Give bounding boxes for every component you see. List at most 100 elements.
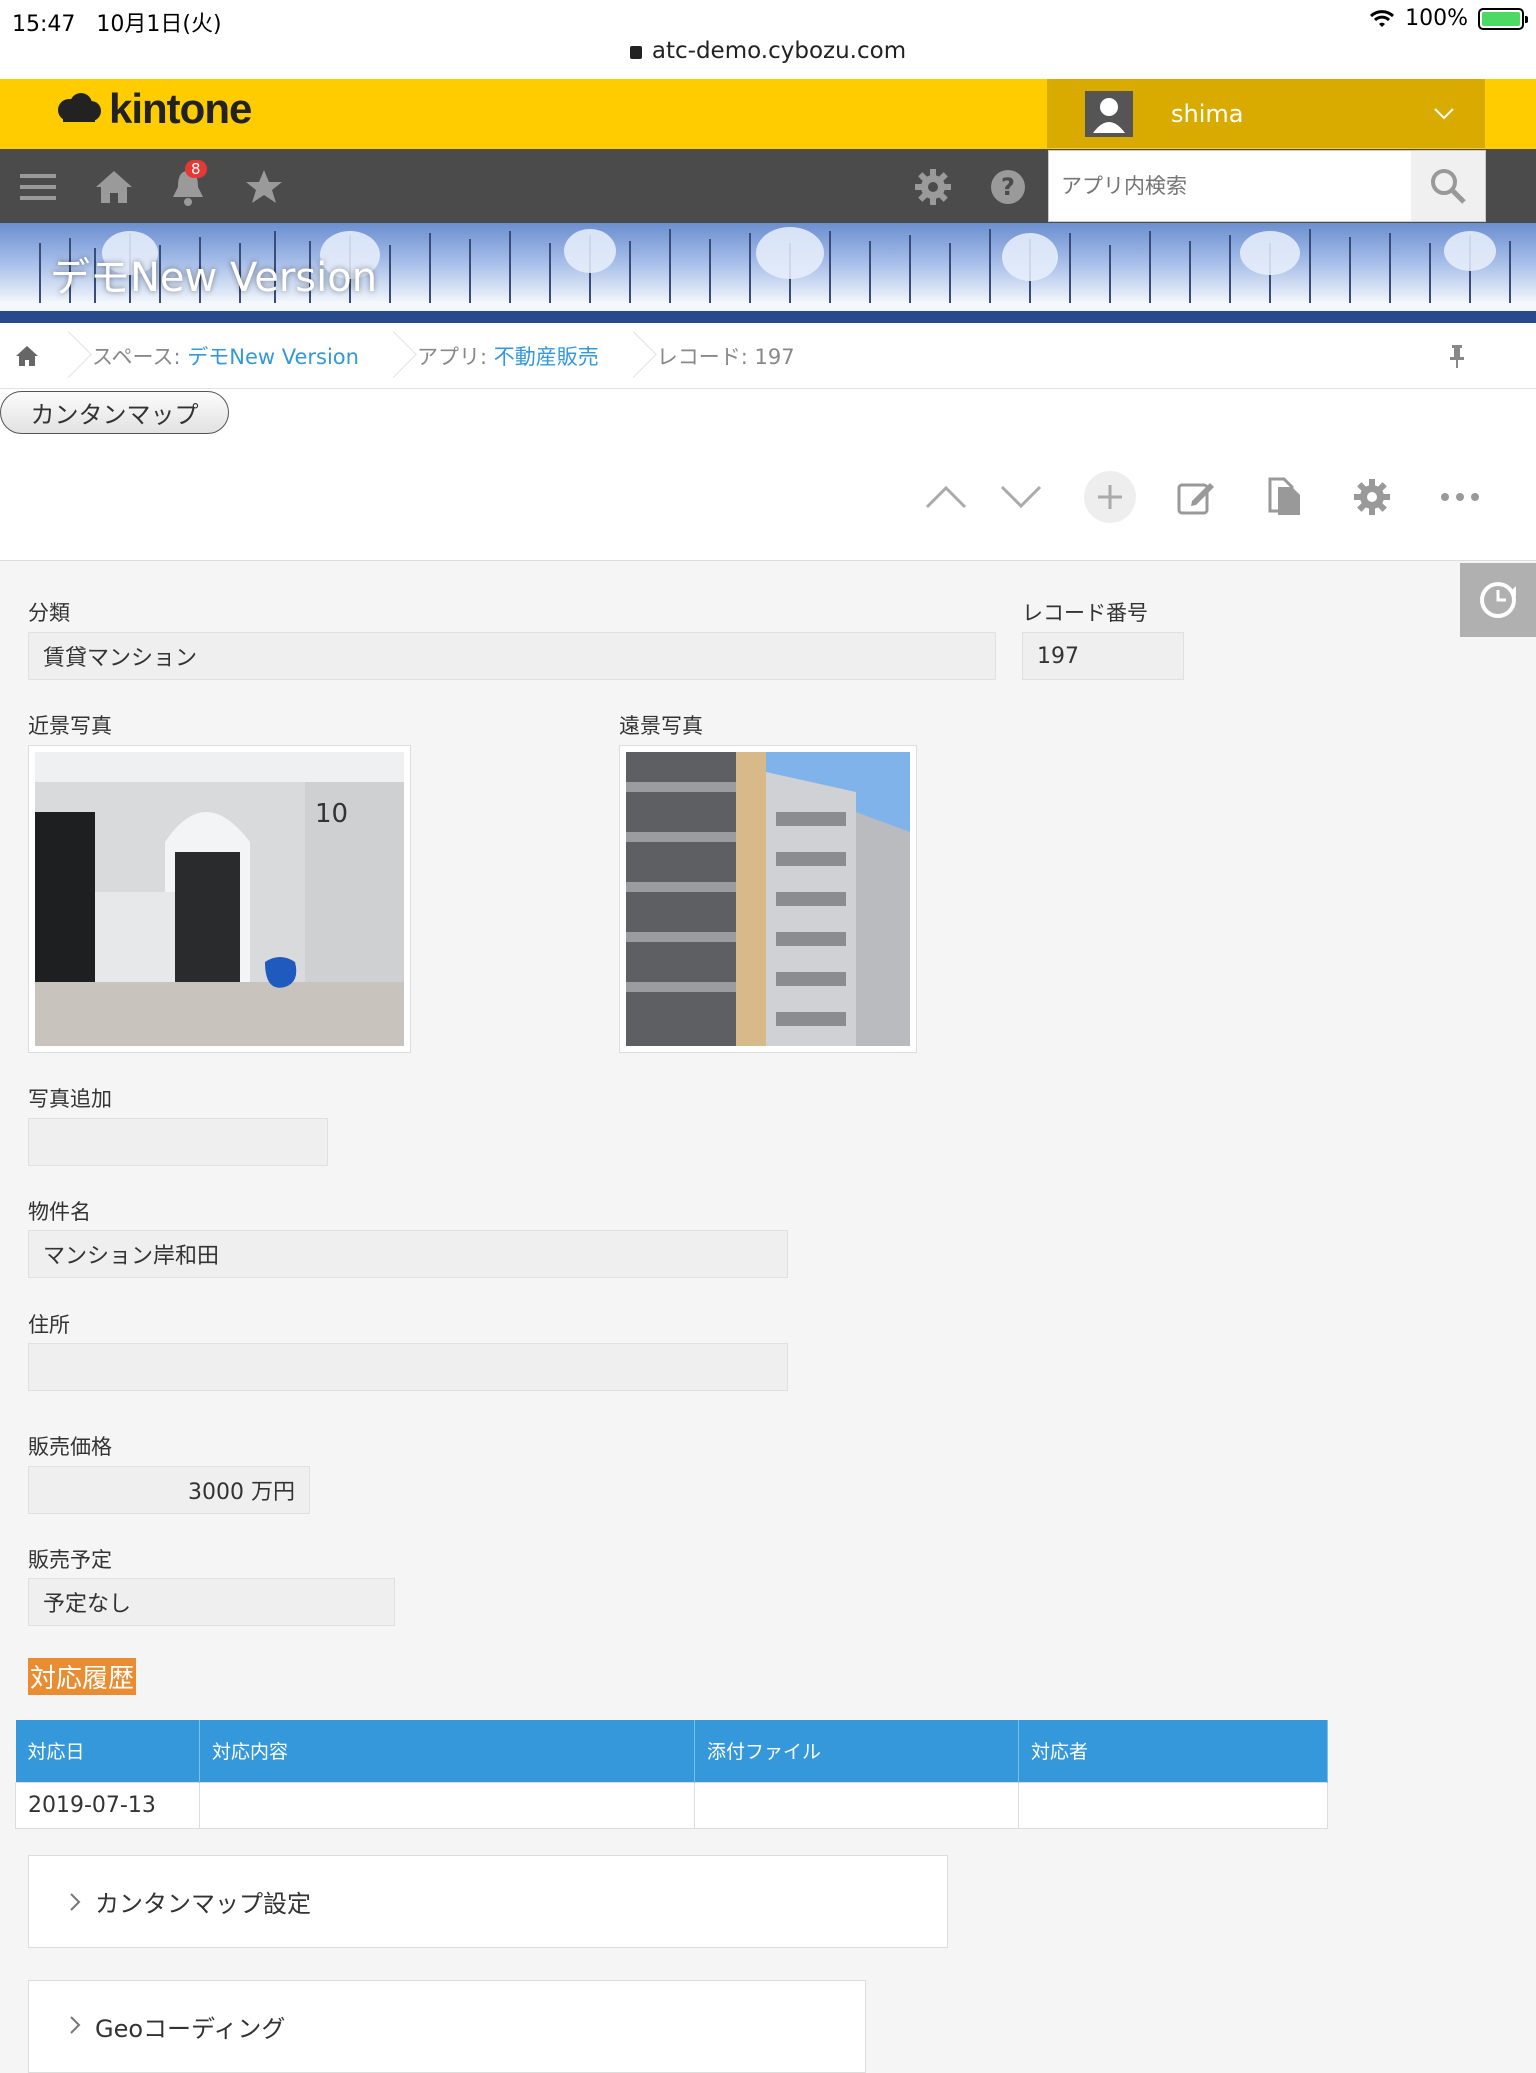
more-options-button[interactable]	[1434, 471, 1486, 523]
history-table: 対応日 対応内容 添付ファイル 対応者 2019-07-13	[15, 1720, 1328, 1829]
edit-icon	[1177, 483, 1214, 515]
duplicate-record-button[interactable]	[1258, 471, 1310, 523]
next-record-button[interactable]	[995, 471, 1047, 523]
battery-icon	[1478, 7, 1528, 30]
record-action-bar: カンタンマップ	[0, 389, 1536, 561]
sales-schedule-label: 販売予定	[28, 1548, 112, 1572]
notification-badge: 8	[185, 160, 207, 178]
chevron-right-icon	[70, 2016, 81, 2034]
gear-icon	[1354, 479, 1390, 515]
clock: 15:47	[12, 12, 76, 37]
menu-icon[interactable]	[18, 167, 58, 207]
chevron-up-icon	[925, 485, 967, 509]
battery-percent: 100%	[1405, 6, 1468, 31]
breadcrumb-separator	[379, 323, 401, 389]
record-number-label: レコード番号	[1022, 601, 1148, 625]
chevron-down-icon	[1000, 485, 1042, 509]
svg-text:?: ?	[1001, 173, 1015, 201]
kantan-map-button[interactable]: カンタンマップ	[0, 391, 229, 434]
status-time: 15:47 10月1日(火)	[12, 6, 222, 38]
sidebar-toggle-button[interactable]	[1460, 563, 1536, 637]
group-kantan-map-settings[interactable]: カンタンマップ設定	[28, 1855, 948, 1948]
space-title: デモNew Version	[50, 255, 378, 301]
global-toolbar: 8 ?	[0, 149, 1536, 223]
home-icon	[16, 345, 38, 366]
svg-text:10: 10	[315, 799, 348, 829]
address-label: 住所	[28, 1313, 70, 1337]
app-link[interactable]: 不動産販売	[494, 345, 599, 369]
user-menu[interactable]: shima	[1047, 79, 1485, 148]
address-field	[28, 1343, 788, 1391]
column-header-attachment: 添付ファイル	[694, 1720, 1019, 1782]
space-link[interactable]: デモNew Version	[187, 345, 359, 369]
status-right: 100%	[1369, 6, 1528, 31]
space-banner: デモNew Version	[0, 223, 1536, 323]
record-settings-button[interactable]	[1346, 471, 1398, 523]
app-label: アプリ:	[416, 344, 488, 369]
status-bar: 15:47 10月1日(火) 100% atc-demo.cybozu.com	[0, 0, 1536, 80]
help-icon[interactable]: ?	[988, 167, 1028, 207]
group-label: Geoコーディング	[95, 2015, 286, 2043]
column-header-handler: 対応者	[1018, 1720, 1328, 1782]
far-photo-label: 遠景写真	[619, 714, 703, 738]
cloud-logo-icon	[58, 93, 101, 122]
wifi-icon	[1370, 9, 1395, 27]
search-button[interactable]	[1411, 151, 1485, 221]
chevron-down-icon	[1434, 107, 1454, 119]
group-label: カンタンマップ設定	[95, 1890, 311, 1918]
apartment-building-image	[626, 752, 910, 1046]
user-name: shima	[1171, 99, 1244, 128]
plus-icon	[1098, 485, 1122, 509]
table-cell-content	[199, 1781, 695, 1829]
settings-gear-icon[interactable]	[913, 167, 953, 207]
home-icon[interactable]	[94, 167, 134, 207]
edit-record-button[interactable]	[1170, 471, 1222, 523]
app-search	[1048, 150, 1486, 222]
price-field: 3000 万円	[28, 1466, 310, 1514]
url-bar[interactable]: atc-demo.cybozu.com	[0, 38, 1536, 64]
breadcrumb-separator	[619, 323, 641, 389]
star-icon[interactable]	[244, 167, 284, 207]
chevron-right-icon	[70, 1892, 81, 1911]
category-field: 賃貸マンション	[28, 632, 996, 680]
add-photo-field	[28, 1118, 328, 1166]
column-header-date: 対応日	[15, 1720, 200, 1782]
add-photo-label: 写真追加	[28, 1087, 112, 1111]
sales-schedule-field: 予定なし	[28, 1578, 395, 1626]
avatar	[1085, 90, 1133, 137]
space-label: スペース:	[92, 344, 181, 369]
group-geocoding[interactable]: Geoコーディング	[28, 1980, 866, 2073]
logo-text: kintone	[109, 85, 252, 132]
document-copy-icon	[1268, 477, 1300, 515]
table-cell-date: 2019-07-13	[15, 1781, 200, 1829]
search-icon	[1431, 169, 1466, 204]
breadcrumb-record: レコード: 197	[656, 344, 795, 369]
kintone-logo[interactable]: kintone	[55, 79, 252, 139]
near-photo-label: 近景写真	[28, 714, 112, 738]
building-entrance-image: 10	[35, 752, 404, 1046]
lock-icon	[629, 46, 642, 59]
url-text: atc-demo.cybozu.com	[651, 38, 907, 64]
search-input[interactable]	[1049, 151, 1409, 221]
user-icon	[1093, 97, 1125, 133]
property-name-field: マンション岸和田	[28, 1230, 788, 1278]
property-name-label: 物件名	[28, 1200, 91, 1224]
far-photo[interactable]	[619, 745, 917, 1053]
near-photo[interactable]: 10	[28, 745, 411, 1053]
more-dots-icon	[1441, 493, 1479, 501]
table-row: 2019-07-13	[15, 1781, 1328, 1829]
date: 10月1日(火)	[96, 12, 222, 37]
refresh-clock-icon	[1480, 582, 1516, 618]
table-cell-handler	[1018, 1781, 1328, 1829]
app-header: kintone shima	[0, 79, 1536, 149]
prev-record-button[interactable]	[920, 471, 972, 523]
table-header-row: 対応日 対応内容 添付ファイル 対応者	[15, 1720, 1328, 1782]
add-record-button[interactable]	[1084, 471, 1136, 523]
pin-icon[interactable]	[1448, 343, 1466, 369]
category-label: 分類	[28, 601, 70, 625]
table-cell-attachment	[694, 1781, 1019, 1829]
breadcrumb-space[interactable]: スペース: デモNew Version	[76, 341, 379, 371]
price-label: 販売価格	[28, 1435, 112, 1459]
breadcrumb-app[interactable]: アプリ: 不動産販売	[401, 341, 619, 371]
breadcrumb-separator	[54, 323, 76, 389]
